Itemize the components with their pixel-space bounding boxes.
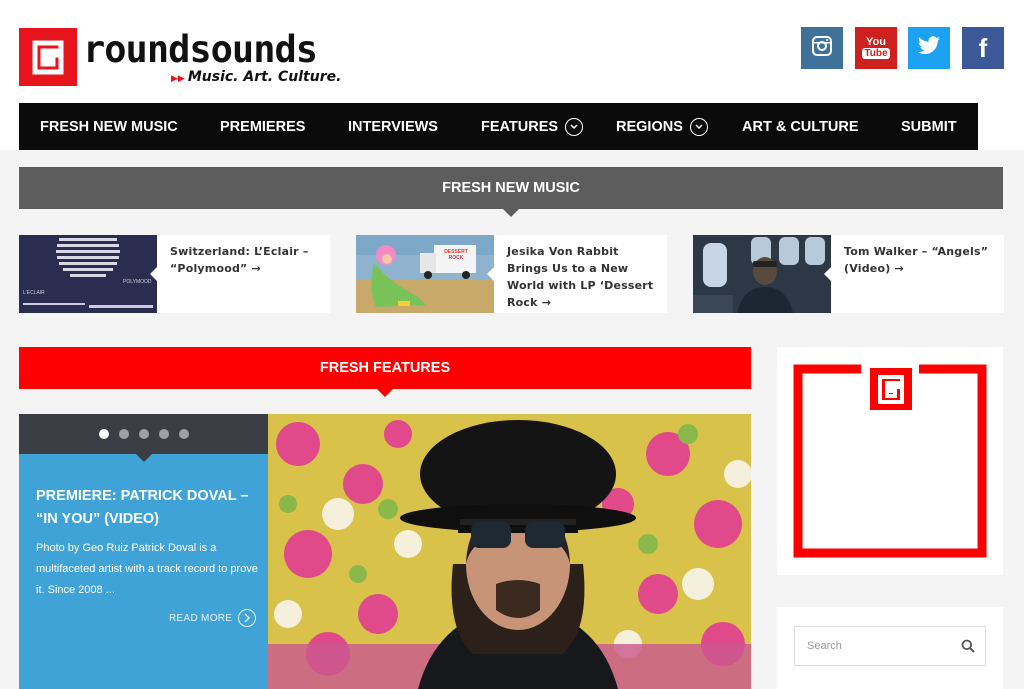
- nav-label: SUBMIT: [901, 118, 957, 135]
- site-logo[interactable]: roundsounds ▶▶ Music. Art. Culture.: [19, 28, 341, 88]
- search-input[interactable]: [795, 627, 955, 665]
- youtube-label-bottom: Tube: [862, 48, 890, 59]
- nav-item-interviews[interactable]: INTERVIEWS: [348, 103, 438, 150]
- nav-item-art-culture[interactable]: ART & CULTURE: [742, 103, 859, 150]
- search-box: [794, 626, 986, 666]
- music-card-title[interactable]: Switzerland: L’Eclair – “Polymood” →: [170, 243, 320, 277]
- card-pointer: [824, 267, 831, 281]
- chevron-right-icon: [238, 609, 257, 627]
- section-heading: FRESH NEW MUSIC: [442, 180, 580, 196]
- slider-dot[interactable]: [118, 429, 129, 439]
- nav-label: PREMIERES: [220, 118, 306, 135]
- music-card-thumbnail: L'ECLAIR POLYMOOD: [19, 235, 157, 313]
- logo-wordmark: roundsounds: [83, 28, 318, 71]
- music-card-thumbnail: [693, 235, 831, 313]
- section-heading: FRESH FEATURES: [319, 360, 451, 376]
- logo-tagline: ▶▶ Music. Art. Culture.: [171, 68, 341, 88]
- instagram-icon: [811, 35, 833, 62]
- music-card-title[interactable]: Tom Walker – “Angels” (Video) →: [844, 243, 994, 277]
- tagline-text: Music. Art. Culture.: [187, 69, 342, 85]
- fresh-features-heading-bar: FRESH FEATURES: [19, 347, 751, 397]
- nav-label: REGIONS: [616, 118, 683, 135]
- featured-image[interactable]: [268, 414, 751, 689]
- music-card[interactable]: DESSERT ROCK Jesika Von Rabbit Brings Us…: [356, 235, 667, 313]
- sidebar-logo-widget: [777, 347, 1003, 575]
- heading-notch: [377, 389, 393, 397]
- music-card[interactable]: L'ECLAIR POLYMOOD Switzerland: L’Eclair …: [19, 235, 330, 313]
- search-icon[interactable]: [961, 639, 975, 658]
- slider-dot[interactable]: [158, 429, 169, 439]
- youtube-button[interactable]: You Tube: [855, 27, 897, 69]
- sidebar-logo-graphic: [793, 364, 987, 558]
- nav-item-submit[interactable]: SUBMIT: [901, 103, 957, 150]
- featured-excerpt: Photo by Geo Ruiz Patrick Doval is a mul…: [36, 542, 258, 596]
- nav-label: FRESH NEW MUSIC: [40, 118, 178, 135]
- facebook-button[interactable]: f: [962, 27, 1004, 69]
- nav-label: ART & CULTURE: [742, 118, 859, 135]
- music-card-thumbnail: DESSERT ROCK: [356, 235, 494, 313]
- slider-dot[interactable]: [138, 429, 149, 439]
- thumb-label: DESSERT ROCK: [444, 249, 468, 261]
- featured-slider: PREMIERE: PATRICK DOVAL – “IN YOU” (VIDE…: [19, 414, 751, 689]
- pagination-notch: [136, 454, 152, 462]
- read-more-label: READ MORE: [169, 612, 233, 624]
- featured-title[interactable]: PREMIERE: PATRICK DOVAL – “IN YOU” (VIDE…: [36, 485, 261, 531]
- thumb-label: L'ECLAIR: [23, 290, 45, 296]
- youtube-icon: You Tube: [862, 36, 890, 59]
- fresh-new-music-heading-bar: FRESH NEW MUSIC: [19, 167, 1003, 217]
- thumb-label: POLYMOOD: [123, 279, 152, 285]
- tagline-arrows-icon: ▶▶: [171, 74, 185, 84]
- nav-item-fresh-new-music[interactable]: FRESH NEW MUSIC: [40, 103, 178, 150]
- sidebar-search-widget: [777, 607, 1003, 689]
- instagram-button[interactable]: [801, 27, 843, 69]
- heading-notch: [503, 209, 519, 217]
- twitter-button[interactable]: [908, 27, 950, 69]
- nav-item-features[interactable]: FEATURES: [481, 103, 584, 150]
- nav-label: INTERVIEWS: [348, 118, 438, 135]
- card-pointer: [150, 267, 157, 281]
- nav-item-premieres[interactable]: PREMIERES: [220, 103, 305, 150]
- twitter-icon: [917, 35, 941, 61]
- logo-mark: [19, 28, 77, 86]
- slider-dot[interactable]: [98, 429, 109, 439]
- music-card-title[interactable]: Jesika Von Rabbit Brings Us to a New Wor…: [507, 243, 657, 311]
- featured-slide-panel: PREMIERE: PATRICK DOVAL – “IN YOU” (VIDE…: [19, 414, 268, 689]
- slider-dot[interactable]: [178, 429, 189, 439]
- main-nav: FRESH NEW MUSIC PREMIERES INTERVIEWS FEA…: [19, 103, 978, 150]
- chevron-down-icon: [565, 117, 584, 136]
- nav-label: FEATURES: [481, 118, 559, 135]
- youtube-label-top: You: [866, 36, 886, 48]
- music-card[interactable]: Tom Walker – “Angels” (Video) →: [693, 235, 1004, 313]
- chevron-down-icon: [689, 117, 708, 136]
- slider-pagination: [19, 414, 268, 454]
- facebook-icon: f: [978, 32, 988, 63]
- nav-item-regions[interactable]: REGIONS: [616, 103, 708, 150]
- card-pointer: [487, 267, 494, 281]
- read-more-link[interactable]: READ MORE: [169, 609, 257, 627]
- site-header: roundsounds ▶▶ Music. Art. Culture. You T…: [0, 0, 1024, 150]
